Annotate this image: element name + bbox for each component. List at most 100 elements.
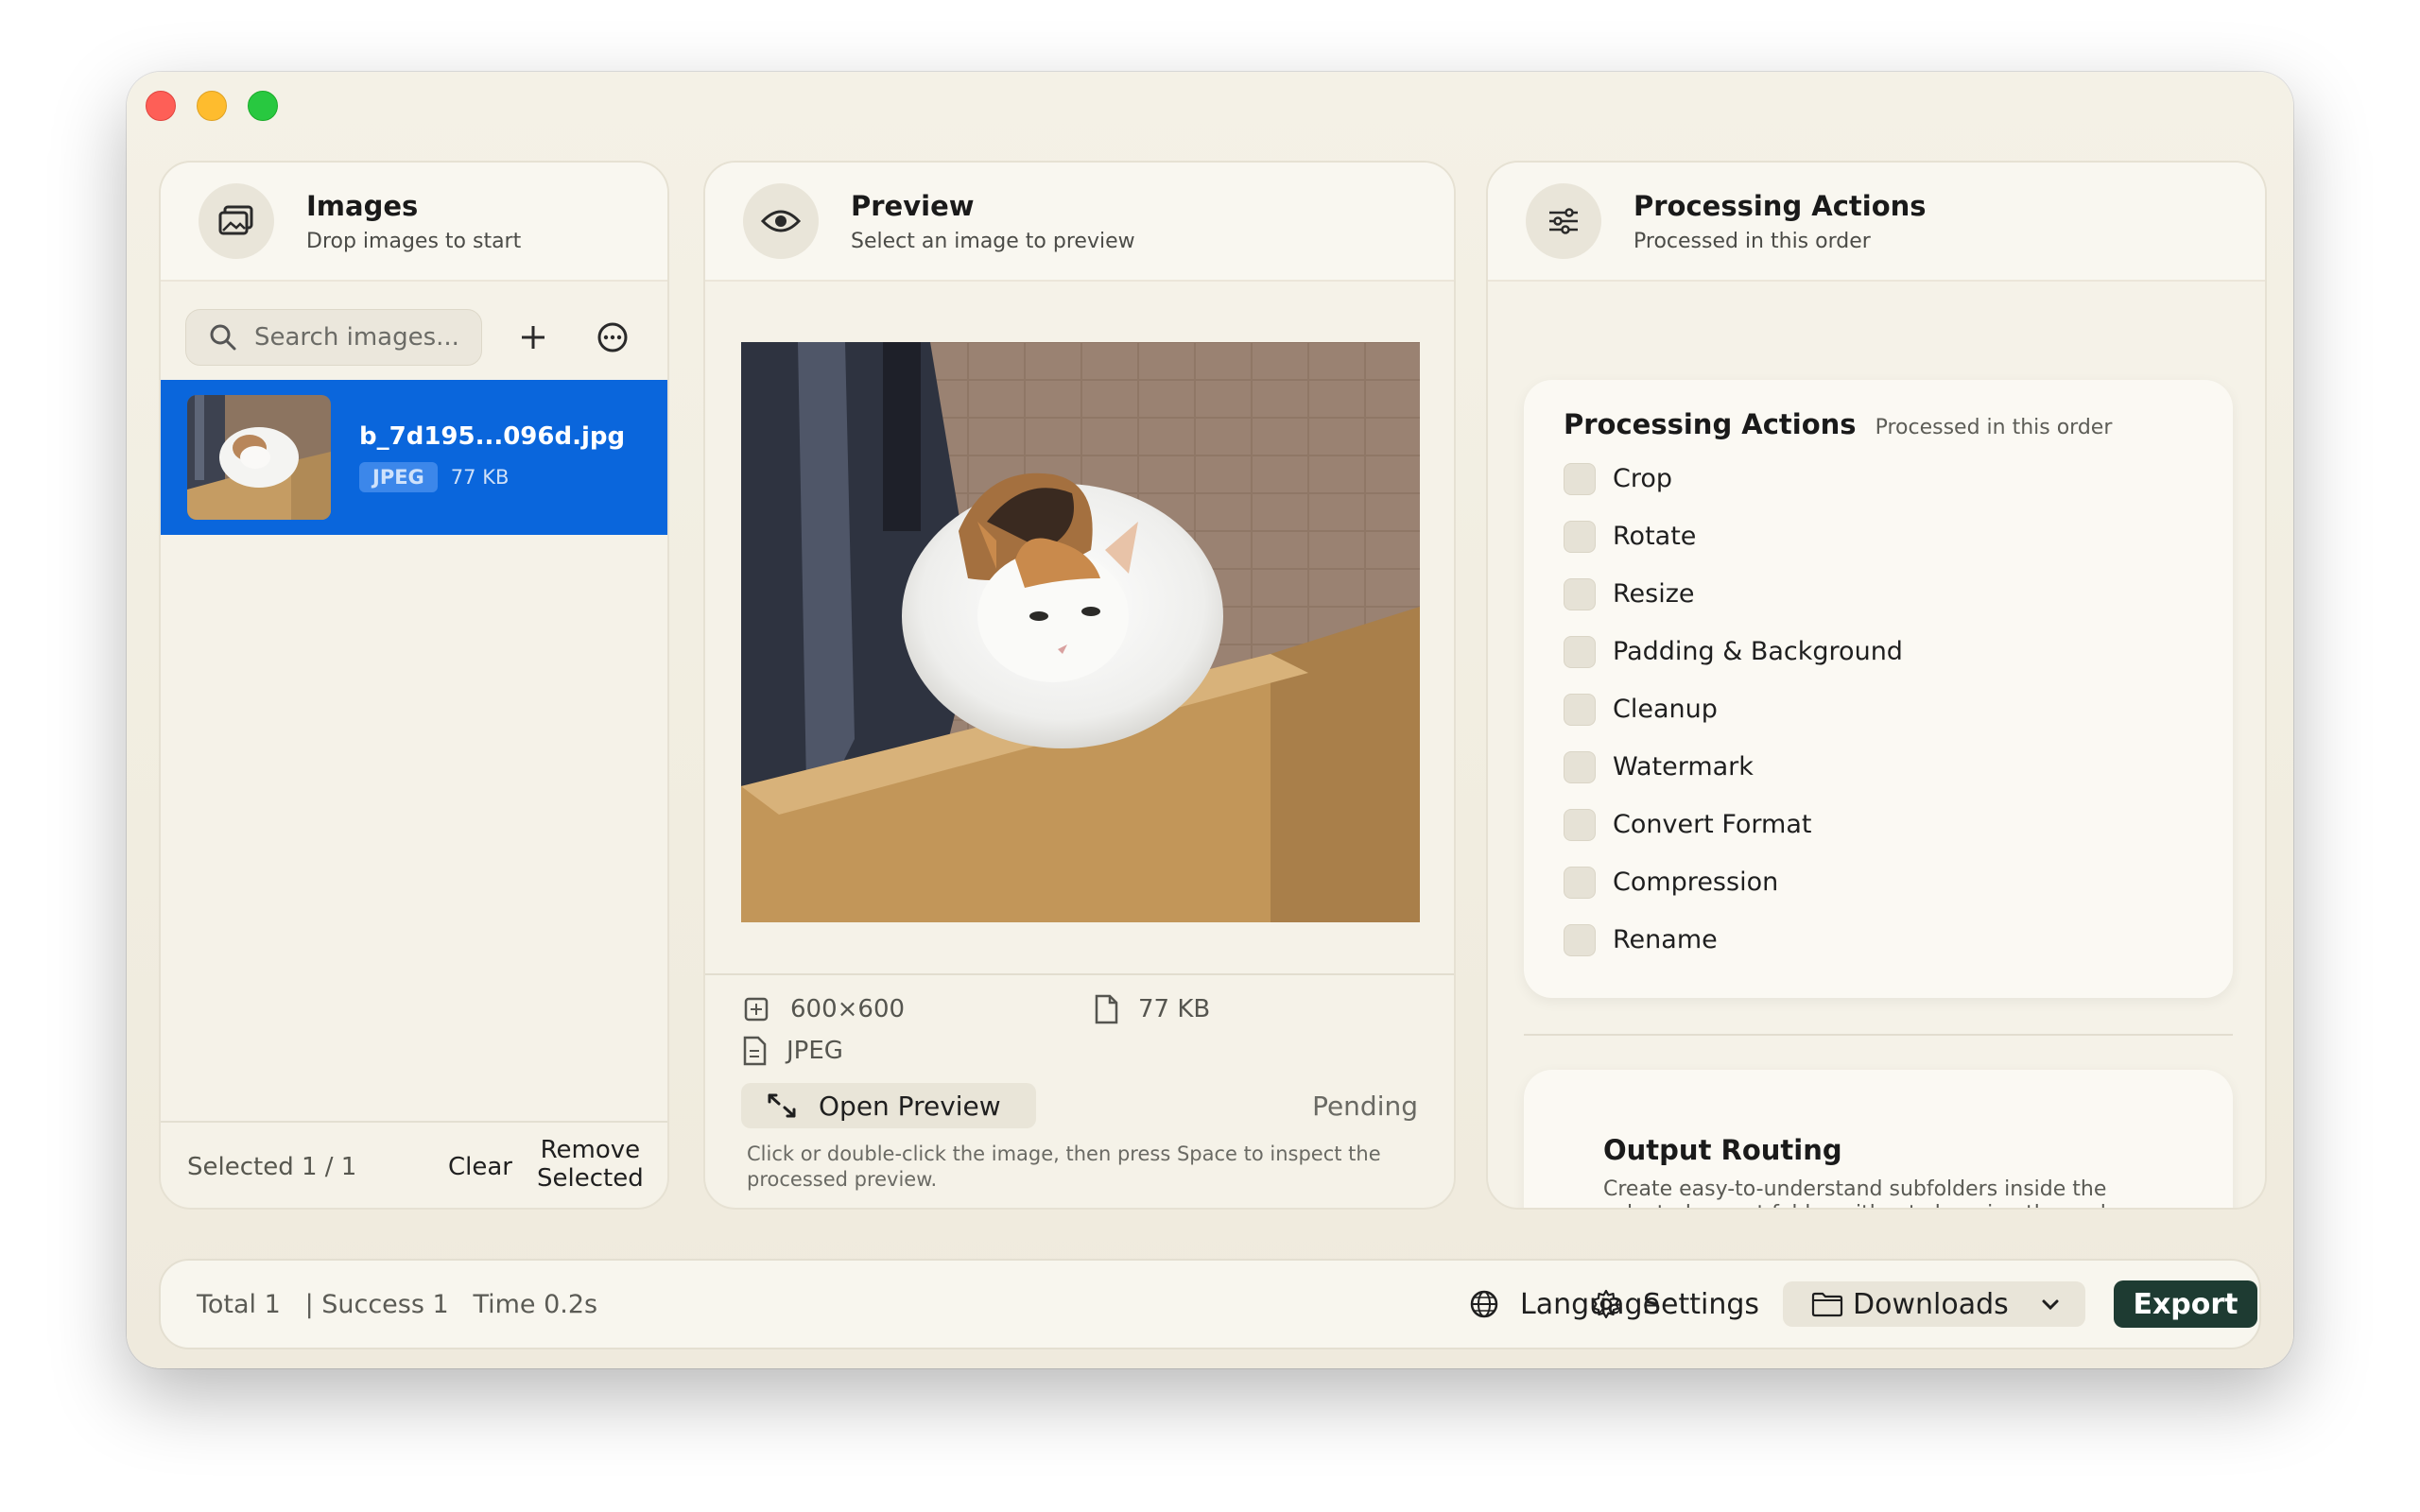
chevron-down-icon	[2042, 1299, 2059, 1311]
export-folder-select[interactable]: Downloads	[1783, 1281, 2085, 1327]
preview-panel-subtitle: Select an image to preview	[851, 229, 1135, 253]
format-badge: JPEG	[359, 462, 438, 492]
processing-panel-title: Processing Actions	[1634, 189, 1927, 222]
minimize-window-button[interactable]	[197, 91, 227, 121]
action-label: Crop	[1613, 464, 1673, 493]
selection-count: Selected 1 / 1	[187, 1153, 357, 1181]
watermark-checkbox[interactable]	[1564, 750, 1596, 783]
preview-panel: Preview Select an image to preview 600×6…	[703, 161, 1456, 1210]
eye-icon	[743, 183, 819, 259]
open-preview-label: Open Preview	[819, 1090, 1001, 1122]
action-convert-format[interactable]: Convert Format	[1564, 796, 2233, 853]
remove-selected-button[interactable]: Remove Selected	[537, 1136, 644, 1193]
padding-background-checkbox[interactable]	[1564, 635, 1596, 668]
images-footer: Selected 1 / 1 Clear Remove Selected	[161, 1121, 667, 1208]
processing-panel: Processing Actions Processed in this ord…	[1486, 161, 2267, 1210]
images-toolbar: Search images...	[161, 282, 667, 376]
zoom-window-button[interactable]	[248, 91, 278, 121]
preview-divider	[705, 973, 1454, 975]
search-icon	[210, 324, 236, 351]
action-label: Cleanup	[1613, 695, 1718, 724]
search-input[interactable]: Search images...	[185, 309, 482, 366]
compression-checkbox[interactable]	[1564, 866, 1596, 899]
action-label: Padding & Background	[1613, 637, 1903, 666]
close-window-button[interactable]	[146, 91, 176, 121]
image-filesize: 77 KB	[1138, 995, 1211, 1023]
resize-frame-icon	[744, 997, 769, 1022]
globe-icon	[1470, 1290, 1498, 1318]
document-icon	[1095, 994, 1118, 1024]
action-label: Rotate	[1613, 522, 1697, 551]
folder-icon	[1811, 1292, 1843, 1317]
images-panel-subtitle: Drop images to start	[306, 229, 522, 253]
actions-list: Crop Rotate Resize Padding & Background …	[1564, 450, 2233, 969]
add-images-button[interactable]	[505, 309, 562, 366]
action-label: Resize	[1613, 579, 1695, 609]
action-crop[interactable]: Crop	[1564, 450, 2233, 507]
action-cleanup[interactable]: Cleanup	[1564, 680, 2233, 738]
processing-panel-header: Processing Actions Processed in this ord…	[1488, 163, 2265, 282]
action-label: Compression	[1613, 868, 1779, 897]
image-filename: b_7d195...096d.jpg	[359, 422, 626, 451]
convert-format-checkbox[interactable]	[1564, 808, 1596, 841]
cleanup-checkbox[interactable]	[1564, 693, 1596, 726]
document-text-icon	[743, 1036, 767, 1066]
window-controls	[146, 91, 278, 121]
folder-label: Downloads	[1853, 1287, 2009, 1321]
image-size: 77 KB	[450, 466, 510, 489]
open-preview-button[interactable]: Open Preview	[741, 1083, 1036, 1128]
output-routing-description: Create easy-to-understand subfolders ins…	[1603, 1177, 2107, 1208]
plus-icon	[522, 326, 544, 349]
processing-divider	[1524, 1034, 2233, 1036]
dimensions-info: 600×600	[741, 994, 905, 1024]
image-format: JPEG	[786, 1037, 843, 1065]
images-panel: Images Drop images to start Search image…	[159, 161, 669, 1210]
preview-panel-header: Preview Select an image to preview	[705, 163, 1454, 282]
image-list-item[interactable]: b_7d195...096d.jpg JPEG 77 KB	[161, 380, 667, 535]
action-rename[interactable]: Rename	[1564, 911, 2233, 969]
processing-actions-card: Processing Actions Processed in this ord…	[1524, 380, 2233, 998]
processing-panel-subtitle: Processed in this order	[1634, 229, 1871, 253]
action-compression[interactable]: Compression	[1564, 853, 2233, 911]
gear-icon	[1592, 1289, 1620, 1319]
settings-button[interactable]: Settings	[1590, 1288, 1759, 1321]
rename-checkbox[interactable]	[1564, 923, 1596, 956]
preview-hint: Click or double-click the image, then pr…	[747, 1143, 1381, 1191]
crop-checkbox[interactable]	[1564, 462, 1596, 495]
sliders-icon	[1526, 183, 1601, 259]
processing-stats: Total 1 | Success 1 Time 0.2s	[197, 1289, 598, 1319]
actions-card-title: Processing Actions	[1564, 408, 1857, 440]
clear-button[interactable]: Clear	[448, 1153, 512, 1181]
action-label: Convert Format	[1613, 810, 1812, 839]
search-placeholder: Search images...	[254, 323, 459, 352]
format-info: JPEG	[741, 1036, 843, 1066]
actions-card-subtitle: Processed in this order	[1875, 416, 2113, 439]
image-thumbnail	[187, 395, 331, 520]
images-panel-title: Images	[306, 189, 419, 222]
action-resize[interactable]: Resize	[1564, 565, 2233, 623]
images-panel-header: Images Drop images to start	[161, 163, 667, 282]
export-button[interactable]: Export	[2114, 1280, 2257, 1328]
expand-arrows-icon	[768, 1093, 796, 1118]
action-padding-background[interactable]: Padding & Background	[1564, 623, 2233, 680]
settings-label: Settings	[1643, 1287, 1760, 1321]
bottom-status-bar: Total 1 | Success 1 Time 0.2s Language S…	[159, 1259, 2261, 1349]
image-dimensions: 600×600	[790, 995, 906, 1023]
output-routing-card: Output Routing Create easy-to-understand…	[1524, 1070, 2233, 1208]
ellipsis-circle-icon	[597, 322, 628, 352]
photos-icon	[199, 183, 274, 259]
action-watermark[interactable]: Watermark	[1564, 738, 2233, 796]
action-label: Watermark	[1613, 752, 1754, 782]
rotate-checkbox[interactable]	[1564, 520, 1596, 553]
resize-checkbox[interactable]	[1564, 577, 1596, 610]
more-options-button[interactable]	[584, 309, 641, 366]
preview-image[interactable]	[741, 342, 1420, 922]
filesize-info: 77 KB	[1093, 994, 1210, 1024]
action-label: Rename	[1613, 925, 1718, 954]
status-text: Pending	[1312, 1091, 1418, 1122]
app-window: Images Drop images to start Search image…	[127, 72, 2293, 1368]
remove-label-line1: Remove	[540, 1136, 641, 1164]
output-routing-title: Output Routing	[1603, 1134, 1842, 1166]
action-rotate[interactable]: Rotate	[1564, 507, 2233, 565]
preview-panel-title: Preview	[851, 189, 975, 222]
